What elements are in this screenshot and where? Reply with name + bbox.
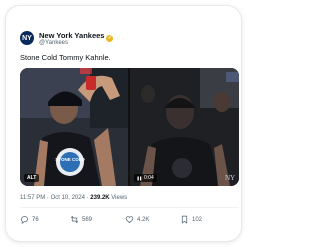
media-left-image: STONE COLD bbox=[20, 68, 128, 186]
tweet-meta: 11:57 PM · Oct 10, 2024 · 239.2K Views bbox=[20, 195, 127, 201]
tweet-card: NY New York Yankees ✓ @Yankees Stone Cold… bbox=[6, 6, 241, 241]
video-duration: 0:04 bbox=[144, 175, 154, 181]
avatar-logo: NY bbox=[22, 34, 32, 42]
divider bbox=[20, 207, 239, 208]
bookmark-icon bbox=[181, 215, 188, 224]
account-name-text: New York Yankees bbox=[39, 31, 105, 40]
media-left[interactable]: STONE COLD ALT bbox=[20, 68, 128, 186]
heart-icon bbox=[125, 216, 134, 223]
views-count: 239.2K bbox=[90, 195, 110, 201]
video-duration-badge[interactable]: 0:04 bbox=[134, 174, 157, 182]
repost-icon bbox=[70, 215, 79, 224]
repost-button[interactable]: 569 bbox=[70, 215, 92, 224]
avatar[interactable]: NY bbox=[20, 31, 34, 45]
action-bar: 76 569 4.2K 102 bbox=[20, 215, 225, 227]
pause-icon bbox=[137, 176, 142, 180]
media-right-image: NY bbox=[130, 68, 239, 186]
verified-badge-icon: ✓ bbox=[106, 35, 114, 42]
account-handle[interactable]: @Yankees bbox=[39, 40, 68, 46]
like-count: 4.2K bbox=[137, 216, 150, 223]
reply-button[interactable]: 76 bbox=[20, 215, 39, 224]
repost-count: 569 bbox=[82, 216, 93, 223]
media-right-video[interactable]: NY 0:04 bbox=[130, 68, 239, 186]
alt-badge[interactable]: ALT bbox=[24, 174, 40, 182]
bookmark-count: 102 bbox=[192, 216, 203, 223]
tweet-text: Stone Cold Tommy Kahnle. bbox=[20, 53, 111, 62]
reply-count: 76 bbox=[32, 216, 39, 223]
views-label: Views bbox=[109, 195, 128, 201]
like-button[interactable]: 4.2K bbox=[125, 215, 149, 224]
svg-text:NY: NY bbox=[225, 174, 235, 182]
reply-icon bbox=[21, 216, 28, 224]
tweet-timestamp[interactable]: 11:57 PM · Oct 10, 2024 · bbox=[20, 195, 90, 201]
bookmark-button[interactable]: 102 bbox=[180, 215, 202, 224]
media-grid: STONE COLD ALT NY 0:04 bbox=[20, 68, 239, 186]
shirt-graphic-text: STONE COLD bbox=[55, 157, 85, 162]
